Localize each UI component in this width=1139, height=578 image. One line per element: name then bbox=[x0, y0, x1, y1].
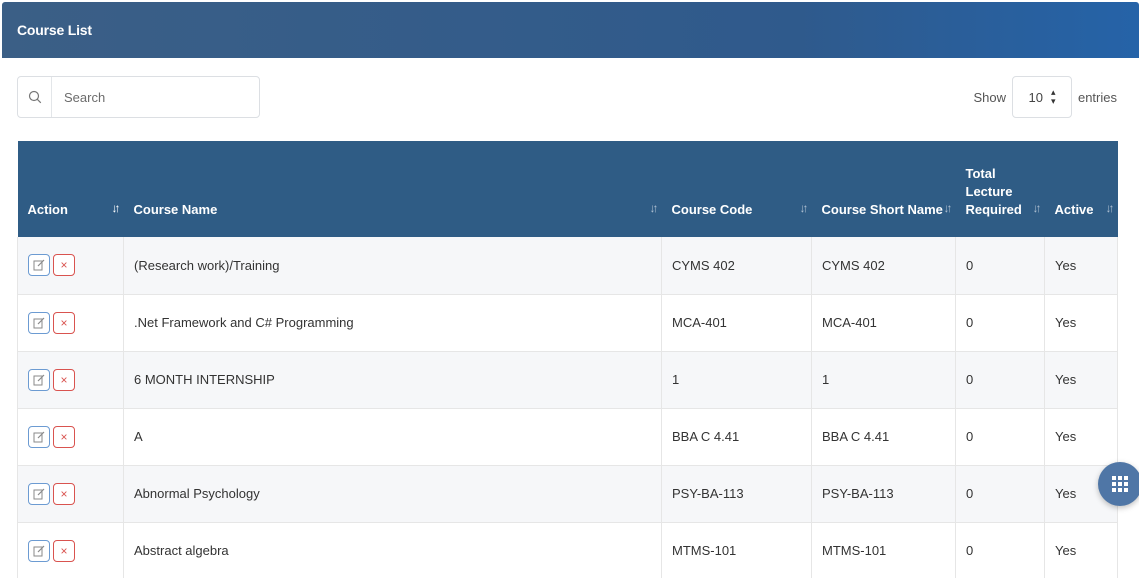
delete-button[interactable]: × bbox=[53, 368, 75, 391]
sort-icon[interactable]: ↓↑ bbox=[944, 199, 953, 217]
show-label: Show bbox=[973, 89, 1006, 105]
course-short-name-cell: MTMS-101 bbox=[811, 522, 956, 578]
edit-icon bbox=[33, 317, 45, 328]
edit-button[interactable] bbox=[28, 311, 50, 334]
panel-header: Course List bbox=[2, 2, 1139, 58]
close-icon: × bbox=[60, 543, 68, 558]
course-code-cell: MTMS-101 bbox=[661, 522, 812, 578]
entries-label: entries bbox=[1077, 89, 1117, 105]
close-icon: × bbox=[60, 258, 68, 273]
total-lecture-cell: 0 bbox=[955, 465, 1045, 522]
search-box bbox=[17, 76, 260, 118]
total-lecture-cell: 0 bbox=[955, 522, 1045, 578]
course-code-cell: CYMS 402 bbox=[661, 237, 812, 294]
table-row: × A BBA C 4.41 BBA C 4.41 0 Yes bbox=[17, 408, 1118, 465]
column-header-active[interactable]: Active ↓↑ bbox=[1045, 141, 1118, 237]
course-code-cell: MCA-401 bbox=[661, 294, 812, 351]
search-icon bbox=[18, 77, 52, 117]
edit-button[interactable] bbox=[28, 539, 50, 562]
edit-icon bbox=[33, 488, 45, 499]
sort-icon[interactable]: ↓↑ bbox=[800, 199, 809, 217]
edit-icon bbox=[33, 259, 45, 271]
action-cell: × bbox=[17, 465, 124, 522]
course-short-name-cell: 1 bbox=[811, 351, 956, 408]
course-name-cell: Abstract algebra bbox=[123, 522, 662, 578]
active-cell: Yes bbox=[1044, 351, 1118, 408]
select-caret-icon: ▴ ▾ bbox=[1050, 87, 1056, 106]
entries-select[interactable]: 10 ▴ ▾ bbox=[1011, 76, 1072, 118]
course-name-cell: A bbox=[123, 408, 662, 465]
course-name-cell: .Net Framework and C# Programming bbox=[123, 294, 662, 351]
course-name-cell: 6 MONTH INTERNSHIP bbox=[123, 351, 662, 408]
action-cell: × bbox=[17, 237, 124, 294]
active-cell: Yes bbox=[1044, 294, 1118, 351]
course-name-cell: Abnormal Psychology bbox=[123, 465, 662, 522]
delete-button[interactable]: × bbox=[53, 539, 75, 562]
table-row: × 6 MONTH INTERNSHIP 1 1 0 Yes bbox=[17, 351, 1118, 408]
edit-button[interactable] bbox=[28, 368, 50, 391]
entries-control: Show 10 ▴ ▾ entries bbox=[973, 76, 1117, 118]
course-short-name-cell: MCA-401 bbox=[811, 294, 956, 351]
course-short-name-cell: PSY-BA-113 bbox=[811, 465, 956, 522]
total-lecture-cell: 0 bbox=[955, 294, 1045, 351]
column-header-course-name[interactable]: Course Name ↓↑ bbox=[124, 141, 662, 237]
course-table: Action ↓↑ Course Name ↓↑ Course Code ↓↑ Cou… bbox=[17, 141, 1118, 578]
table-row: × Abstract algebra MTMS-101 MTMS-101 0 Yes bbox=[17, 522, 1118, 578]
close-icon: × bbox=[60, 372, 68, 387]
delete-button[interactable]: × bbox=[53, 311, 75, 334]
edit-button[interactable] bbox=[28, 254, 50, 277]
table-row: × .Net Framework and C# Programming MCA-40… bbox=[17, 294, 1118, 351]
course-short-name-cell: BBA C 4.41 bbox=[811, 408, 956, 465]
apps-menu-button[interactable] bbox=[1098, 462, 1139, 506]
active-cell: Yes bbox=[1044, 408, 1118, 465]
edit-icon bbox=[33, 431, 45, 442]
delete-button[interactable]: × bbox=[53, 254, 75, 277]
edit-icon bbox=[33, 374, 45, 385]
edit-button[interactable] bbox=[28, 425, 50, 448]
sort-icon[interactable]: ↓↑ bbox=[1033, 199, 1042, 217]
column-header-course-code[interactable]: Course Code ↓↑ bbox=[662, 141, 812, 237]
action-cell: × bbox=[17, 351, 124, 408]
close-icon: × bbox=[60, 429, 68, 444]
sort-icon[interactable]: ↓↑ bbox=[650, 199, 659, 217]
sort-icon[interactable]: ↓↑ bbox=[1106, 199, 1115, 217]
edit-button[interactable] bbox=[28, 482, 50, 505]
search-input[interactable] bbox=[52, 77, 259, 117]
table-row: × Abnormal Psychology PSY-BA-113 PSY-BA-113… bbox=[17, 465, 1118, 522]
total-lecture-cell: 0 bbox=[955, 237, 1045, 294]
course-code-cell: 1 bbox=[661, 351, 812, 408]
action-cell: × bbox=[17, 522, 124, 578]
entries-value: 10 bbox=[1028, 89, 1043, 105]
sort-icon[interactable]: ↓↑ bbox=[112, 199, 121, 217]
close-icon: × bbox=[60, 486, 68, 501]
course-name-cell: (Research work)/Training bbox=[123, 237, 662, 294]
total-lecture-cell: 0 bbox=[955, 351, 1045, 408]
grid-icon bbox=[1112, 476, 1128, 492]
course-short-name-cell: CYMS 402 bbox=[811, 237, 956, 294]
course-code-cell: BBA C 4.41 bbox=[661, 408, 812, 465]
column-header-action[interactable]: Action ↓↑ bbox=[18, 141, 124, 237]
table-header-row: Action ↓↑ Course Name ↓↑ Course Code ↓↑ Cou… bbox=[17, 141, 1118, 237]
total-lecture-cell: 0 bbox=[955, 408, 1045, 465]
close-icon: × bbox=[60, 315, 68, 330]
action-cell: × bbox=[17, 294, 124, 351]
column-header-total-lecture[interactable]: Total Lecture Required ↓↑ bbox=[956, 141, 1045, 237]
delete-button[interactable]: × bbox=[53, 482, 75, 505]
course-code-cell: PSY-BA-113 bbox=[661, 465, 812, 522]
page-title: Course List bbox=[17, 22, 92, 38]
active-cell: Yes bbox=[1044, 522, 1118, 578]
active-cell: Yes bbox=[1044, 237, 1118, 294]
column-header-course-short-name[interactable]: Course Short Name ↓↑ bbox=[812, 141, 956, 237]
edit-icon bbox=[33, 545, 45, 556]
action-cell: × bbox=[17, 408, 124, 465]
delete-button[interactable]: × bbox=[53, 425, 75, 448]
table-row: × (Research work)/Training CYMS 402 CYMS 40… bbox=[17, 237, 1118, 294]
